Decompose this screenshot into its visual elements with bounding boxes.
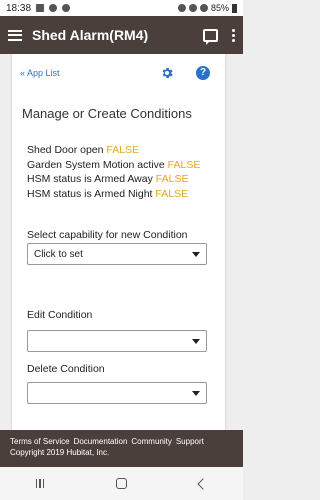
notification-icon [36, 4, 45, 12]
section-title: Manage or Create Conditions [22, 106, 192, 121]
bluetooth-icon [177, 4, 186, 12]
condition-item: HSM status is Armed Night FALSE [27, 187, 189, 200]
delete-condition-label: Delete Condition [27, 363, 105, 375]
footer-link-support[interactable]: Support [176, 436, 204, 447]
edit-condition-dropdown[interactable] [27, 330, 207, 352]
condition-state: FALSE [106, 144, 140, 156]
footer-link-terms[interactable]: Terms of Service [10, 436, 70, 447]
more-options-icon[interactable] [232, 28, 235, 42]
status-time: 18:38 [6, 2, 32, 14]
status-bar: 18:38 85% [0, 0, 243, 16]
select-capability-dropdown[interactable]: Click to set [27, 243, 207, 265]
signal-icon [199, 4, 208, 12]
chat-icon[interactable] [203, 28, 218, 45]
condition-state: FALSE [167, 158, 201, 171]
help-icon[interactable]: ? [196, 66, 210, 80]
menu-icon[interactable] [8, 29, 22, 41]
app-title: Shed Alarm(RM4) [32, 27, 149, 43]
messenger-icon [49, 4, 58, 12]
back-icon[interactable] [197, 477, 209, 490]
delete-condition-dropdown[interactable] [27, 382, 207, 404]
system-nav-bar [0, 467, 243, 500]
wifi-icon [188, 4, 197, 12]
select-capability-label: Select capability for new Condition [27, 229, 188, 241]
condition-state: FALSE [155, 187, 189, 200]
app-icon [62, 4, 71, 12]
battery-icon [232, 3, 237, 13]
condition-item: Shed Door open FALSE [27, 144, 140, 156]
card-header: « App List ? [12, 54, 225, 94]
chevron-down-icon [192, 339, 200, 344]
condition-list: Shed Door open FALSE Garden System Motio… [27, 143, 200, 201]
copyright: Copyright 2019 Hubitat, Inc. [10, 448, 110, 457]
footer-link-documentation[interactable]: Documentation [74, 436, 128, 447]
edit-condition-label: Edit Condition [27, 309, 93, 321]
footer-link-community[interactable]: Community [131, 436, 171, 447]
app-bar: Shed Alarm(RM4) [0, 16, 243, 54]
chevron-down-icon [192, 252, 200, 257]
condition-item: Garden System Motion active FALSE [27, 158, 201, 171]
app-list-link[interactable]: « App List [20, 68, 60, 78]
gear-icon[interactable] [160, 66, 174, 80]
battery-percent: 85% [210, 3, 229, 13]
footer: Terms of Service Documentation Community… [0, 430, 243, 467]
content-card: « App List ? Manage or Create Conditions… [12, 54, 225, 430]
condition-state: FALSE [155, 173, 189, 185]
home-icon[interactable] [116, 478, 128, 489]
recent-apps-icon[interactable] [35, 479, 45, 488]
chevron-down-icon [192, 391, 200, 396]
condition-item: HSM status is Armed Away FALSE [27, 173, 189, 185]
